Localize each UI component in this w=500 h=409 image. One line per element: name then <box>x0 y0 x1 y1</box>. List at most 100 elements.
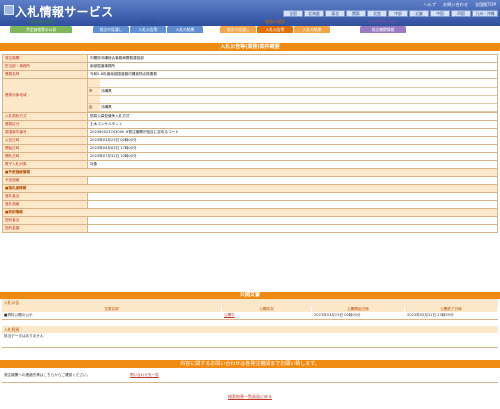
public-docs-title: 公開文書 <box>239 292 260 298</box>
table-row: 落札価格 <box>2 200 498 209</box>
table-row: 電子入札対象 対象 <box>2 160 498 169</box>
region-tab-national[interactable]: 全国 <box>283 10 303 17</box>
region-tab-kinki[interactable]: 近畿 <box>409 10 429 17</box>
row-value: 南部国道事務所 <box>87 62 498 71</box>
section-title: ■落札者情報 <box>2 184 498 193</box>
table-row: 入札契約方式 簡易公募型競争入札方式 <box>2 112 498 121</box>
region-tabs: 全国 北海道 東北 関東 北陸 中部 近畿 中国 四国 九州・沖縄 <box>283 10 498 17</box>
contact-bar: 内容に関するお問い合わせは各発注機関までお願い致します。 <box>0 360 500 368</box>
main-nav: 予定価格の検索 予定価格等の公表 工事の検索 発注の見通し 入札公告等 入札の結… <box>0 18 500 38</box>
row-label: 落札価格 <box>2 200 88 209</box>
section-header: ■落札者情報 <box>2 184 498 193</box>
row-label: 業務名称 <box>2 70 88 79</box>
row-label: 開始日時 <box>2 144 88 153</box>
nav-group-agency: 発注機関の検索 発注機関情報 <box>360 18 406 33</box>
row-value: 2023年07月31日 10時00分 <box>87 152 498 161</box>
row-label: 入札契約方式 <box>2 112 88 121</box>
table-row <box>88 95 497 104</box>
row-label: 担当部・事務所 <box>2 62 88 71</box>
row-value <box>87 224 498 233</box>
table-row: 契約者名 <box>2 216 498 225</box>
row-label: 落札者名 <box>2 192 88 201</box>
table-row: 落札者名 <box>2 192 498 201</box>
sub-value: 沖縄県 <box>100 103 497 112</box>
table-row: 契約金額 <box>2 224 498 233</box>
region-tab-chubu[interactable]: 中部 <box>388 10 408 17</box>
table-row: 発注機関 内閣府沖縄総合事務局開発建設部 <box>2 54 498 63</box>
region-tab-kyushu[interactable]: 九州・沖縄 <box>472 10 498 17</box>
row-label: 開札日時 <box>2 152 88 161</box>
table-row: 調達案件番号 202390023743000 ※発注機関が独自に定めるコード <box>2 128 498 137</box>
row-value: 202390023743000 ※発注機関が独自に定めるコード <box>87 128 498 137</box>
nav-service-outlook[interactable]: 発注の見通し <box>220 26 256 33</box>
nav-price-publish[interactable]: 予定価格等の公表 <box>10 26 72 33</box>
table-row <box>88 79 497 88</box>
sub-key: 区 <box>88 103 100 112</box>
public-docs-section: 入札公告 <box>2 299 498 306</box>
nav-agency-info[interactable]: 発注機関情報 <box>360 26 406 33</box>
row-label: 調達案件番号 <box>2 128 88 137</box>
help-link[interactable]: ヘルプ <box>423 2 436 8</box>
nav-group-service: 業務の検索 発注の見通し 入札公告等 入札の結果 <box>220 18 330 33</box>
region-tab-chugoku[interactable]: 中国 <box>430 10 450 17</box>
nav-group-price: 予定価格の検索 予定価格等の公表 <box>10 18 72 33</box>
section-header: ■予定価格情報 <box>2 168 498 177</box>
region-tab-tohoku[interactable]: 東北 <box>325 10 345 17</box>
row-value <box>87 176 498 185</box>
table-row: 業務名称 令和5-6年度南部国道管内構造物点検業務 <box>2 70 498 79</box>
table-row: 公告日時 2023年03月23日 00時00分 <box>2 136 498 145</box>
row-value <box>87 216 498 225</box>
sub-key: 市 <box>88 87 100 96</box>
row-value: 内閣府沖縄総合事務局開発建設部 <box>87 54 498 63</box>
section-title: ■予定価格情報 <box>2 168 498 177</box>
row-label: 公告日時 <box>2 136 88 145</box>
sheet-title: 入札公告等(業務)案件概要 <box>220 44 280 50</box>
nav-construction-notice[interactable]: 入札公告等 <box>130 26 166 33</box>
nav-construction-result[interactable]: 入札の結果 <box>167 26 203 33</box>
doc-status-link[interactable]: 公開中 <box>222 312 312 319</box>
region-tab-hokuriku[interactable]: 北陸 <box>367 10 387 17</box>
row-label: 契約金額 <box>2 224 88 233</box>
table-row: 開札日時 2023年07月31日 10時00分 <box>2 152 498 161</box>
row-value: 令和5-6年度南部国道管内構造物点検業務 <box>87 70 498 79</box>
national-top-link[interactable]: 全国版TOP <box>475 2 496 8</box>
nav-service-notice[interactable]: 入札公告等 <box>257 26 293 33</box>
public-docs-bar: 公開文書 <box>0 292 500 299</box>
row-value <box>87 192 498 201</box>
history-section: 入札経過 <box>2 326 498 333</box>
table-row: 開始日時 2023年04月03日 17時00分 <box>2 144 498 153</box>
back-to-results-link[interactable]: 検索結果一覧画面に戻る <box>0 394 500 400</box>
row-value <box>87 200 498 209</box>
row-value: 2023年04月03日 17時00分 <box>87 144 498 153</box>
doc-end: 2023年05月31日 23時59分 <box>407 313 454 317</box>
doc-name: ■資料公開の公示 <box>4 313 33 317</box>
nav-group-title: 工事の検索 <box>138 19 158 24</box>
divider <box>2 347 498 348</box>
section-title: ■契約情報 <box>2 208 498 217</box>
site-logo-icon <box>4 5 14 15</box>
region-tab-shikoku[interactable]: 四国 <box>451 10 471 17</box>
row-label: 契約者名 <box>2 216 88 225</box>
table-row: 担当部・事務所 南部国道事務所 <box>2 62 498 71</box>
contact-link[interactable]: お問い合わせ <box>443 2 468 8</box>
row-value: 土木コンサルタント <box>87 120 498 129</box>
row-value: 市沖縄県 区沖縄県 <box>87 78 498 113</box>
nav-group-title: 業務の検索 <box>265 19 285 24</box>
divider <box>2 382 498 383</box>
nav-construction-outlook[interactable]: 発注の見通し <box>93 26 129 33</box>
row-label: 電子入札対象 <box>2 160 88 169</box>
nav-group-title: 予定価格の検索 <box>27 19 55 24</box>
contact-text: 発注機関への連絡先等はこちらからご確認ください。 <box>4 373 91 377</box>
region-tab-kanto[interactable]: 関東 <box>346 10 366 17</box>
contact-bar-text: 内容に関するお問い合わせは各発注機関までお願い致します。 <box>180 361 320 367</box>
section-header: ■契約情報 <box>2 208 498 217</box>
history-empty-text: 該当データはありません <box>4 334 44 338</box>
nav-service-result[interactable]: 入札の結果 <box>294 26 330 33</box>
table-row: 区沖縄県 <box>88 103 497 112</box>
sub-value: 沖縄県 <box>100 87 497 96</box>
contact-list-link[interactable]: 問い合わせ先一覧 <box>130 373 159 378</box>
region-tab-hokkaido[interactable]: 北海道 <box>304 10 324 17</box>
sheet-title-bar: 入札公告等(業務)案件概要 <box>0 43 500 51</box>
header-links: ヘルプ お問い合わせ 全国版TOP <box>423 2 496 8</box>
row-label: 業務区分 <box>2 120 88 129</box>
